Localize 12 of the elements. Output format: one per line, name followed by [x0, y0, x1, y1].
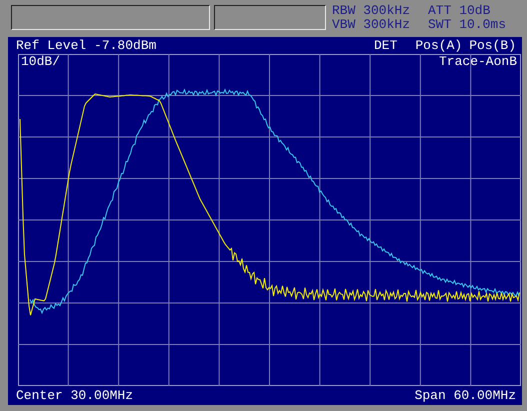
vbw-setting: VBW 300kHz	[332, 18, 412, 32]
detector-mode: Pos(A)	[415, 37, 462, 54]
detector-mode: Pos(B)	[469, 37, 516, 54]
trace-mode-label: Trace-AonB	[438, 55, 517, 69]
ref-level-label: Ref Level -7.80dBm	[16, 37, 156, 54]
span-label: Span 60.00MHz	[414, 387, 516, 405]
rbw-setting: RBW 300kHz	[332, 4, 412, 18]
swt-setting: SWT 10.0ms	[428, 18, 506, 32]
att-setting: ATT 10dB	[428, 4, 490, 18]
center-frequency: Center 30.00MHz	[16, 387, 134, 405]
detector-label: DET	[374, 37, 398, 54]
scale-label: 10dB/	[21, 55, 60, 69]
